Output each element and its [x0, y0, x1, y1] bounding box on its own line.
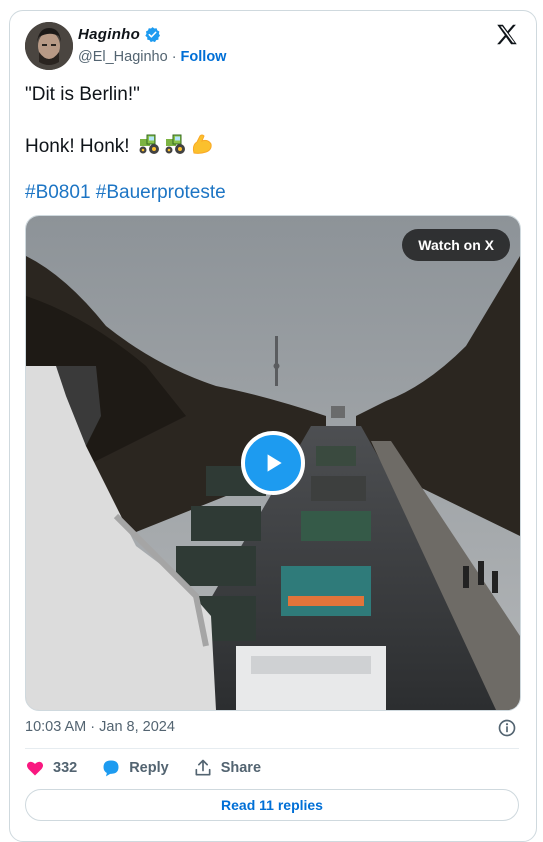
- follow-button[interactable]: Follow: [181, 49, 227, 65]
- like-count: 332: [53, 760, 78, 776]
- reply-label: Reply: [129, 760, 169, 776]
- tweet-line-1: "Dit is Berlin!": [25, 84, 140, 105]
- tractor-emoji-icon: [138, 133, 162, 161]
- author-handle[interactable]: @El_Haginho: [78, 49, 168, 65]
- share-button[interactable]: Share: [193, 758, 261, 778]
- heart-icon: [26, 761, 44, 776]
- tweet-line-2: Honk! Honk!: [25, 136, 130, 157]
- hashtags-row: #B0801 #Bauerproteste: [25, 182, 226, 204]
- avatar[interactable]: [25, 22, 73, 70]
- flexed-biceps-emoji-icon: [190, 133, 214, 161]
- author-name-row: Haginho: [78, 26, 161, 43]
- video-thumbnail[interactable]: Watch on X: [25, 215, 521, 711]
- info-icon[interactable]: [497, 718, 517, 738]
- share-icon: [195, 759, 211, 776]
- divider: [25, 748, 519, 749]
- verified-badge-icon: [144, 26, 161, 43]
- tweet-line-2-row: Honk! Honk!: [25, 133, 214, 161]
- x-logo-icon[interactable]: [494, 22, 520, 48]
- watch-on-x-button[interactable]: Watch on X: [402, 229, 510, 261]
- hashtag-link[interactable]: #B0801: [25, 182, 91, 203]
- play-button[interactable]: [241, 431, 305, 495]
- handle-row: @El_Haginho · Follow: [78, 49, 226, 65]
- action-bar: 332 Reply Share: [25, 758, 285, 778]
- tractor-emoji-icon: [164, 133, 188, 161]
- dot-separator: ·: [171, 49, 177, 65]
- like-button[interactable]: 332: [25, 758, 77, 778]
- timestamp[interactable]: 10:03 AM · Jan 8, 2024: [25, 719, 175, 735]
- reply-button[interactable]: Reply: [101, 758, 169, 778]
- reply-bubble-icon: [103, 760, 119, 777]
- author-name[interactable]: Haginho: [78, 26, 140, 43]
- share-label: Share: [220, 760, 262, 776]
- play-icon: [267, 454, 282, 472]
- hashtag-link[interactable]: #Bauerproteste: [96, 182, 226, 203]
- read-replies-button[interactable]: Read 11 replies: [25, 789, 519, 821]
